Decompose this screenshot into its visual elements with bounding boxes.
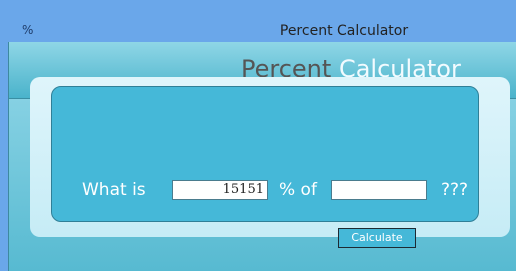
what-is-label: What is (82, 180, 146, 200)
window-title: Percent Calculator (279, 23, 409, 39)
percent-of-label: % of (279, 180, 317, 200)
base-value-input[interactable] (331, 180, 427, 200)
calculator-panel (51, 86, 479, 222)
calculate-button[interactable]: Calculate (338, 228, 416, 248)
window-titlebar: % Percent Calculator (0, 0, 516, 42)
percent-input[interactable]: 15151 (172, 180, 268, 200)
result-placeholder-label: ??? (441, 180, 469, 200)
